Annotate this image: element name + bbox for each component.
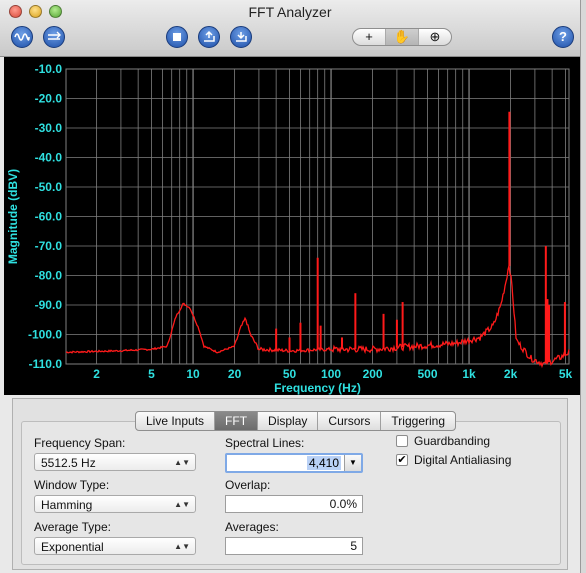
x-tick-label: 20 bbox=[228, 367, 242, 381]
x-tick-label: 1k bbox=[462, 367, 476, 381]
waveform-icon bbox=[14, 33, 30, 41]
help-button[interactable]: ? bbox=[552, 26, 574, 48]
x-tick-label: 500 bbox=[417, 367, 437, 381]
y-tick-label: -30.0 bbox=[35, 121, 63, 135]
window-type-value: Hamming bbox=[41, 498, 93, 512]
x-tick-label: 50 bbox=[283, 367, 297, 381]
frequency-span-select[interactable]: 5512.5 Hz ▲▼ bbox=[34, 453, 196, 471]
tab-bar: Live Inputs FFT Display Cursors Triggeri… bbox=[135, 411, 456, 431]
tab-cursors[interactable]: Cursors bbox=[318, 412, 382, 430]
average-type-select[interactable]: Exponential ▲▼ bbox=[34, 537, 196, 555]
fft-analyzer-window: FFT Analyzer + ✋ ⊕ ? -10.0 -20.0 -30.0 -40.… bbox=[0, 0, 581, 573]
x-tick-label: 2 bbox=[93, 367, 100, 381]
crosshair-icon[interactable]: + bbox=[353, 29, 386, 45]
x-tick-label: 5k bbox=[559, 367, 573, 381]
y-tick-label: -100.0 bbox=[28, 328, 62, 342]
y-tick-label: -70.0 bbox=[35, 239, 63, 253]
tab-live-inputs[interactable]: Live Inputs bbox=[136, 412, 216, 430]
tool-selector[interactable]: + ✋ ⊕ bbox=[352, 28, 452, 46]
average-type-value: Exponential bbox=[41, 540, 104, 554]
sweep-button[interactable] bbox=[43, 26, 65, 48]
import-button[interactable] bbox=[230, 26, 252, 48]
spectral-lines-combo[interactable]: 4,410 ▼ bbox=[225, 453, 363, 473]
zoom-icon[interactable]: ⊕ bbox=[419, 29, 451, 45]
help-icon: ? bbox=[559, 29, 567, 44]
updown-icon: ▲▼ bbox=[174, 542, 190, 551]
sweep-icon bbox=[48, 31, 61, 40]
checkmark-icon: ✔ bbox=[397, 454, 407, 466]
frequency-span-value: 5512.5 Hz bbox=[41, 456, 96, 470]
updown-icon: ▲▼ bbox=[174, 458, 190, 467]
export-button[interactable] bbox=[198, 26, 220, 48]
y-tick-label: -10.0 bbox=[35, 62, 63, 76]
y-tick-label: -50.0 bbox=[35, 180, 63, 194]
x-tick-label: 2k bbox=[504, 367, 518, 381]
y-tick-label: -80.0 bbox=[35, 269, 63, 283]
stop-button[interactable] bbox=[166, 26, 188, 48]
y-tick-label: -40.0 bbox=[35, 151, 63, 165]
updown-icon: ▲▼ bbox=[174, 500, 190, 509]
fft-plot[interactable]: -10.0 -20.0 -30.0 -40.0 -50.0 -60.0 -70.0 -80.0… bbox=[4, 57, 580, 395]
tab-fft[interactable]: FFT bbox=[215, 412, 259, 430]
settings-panel: Frequency Span: 5512.5 Hz ▲▼ Window Type:… bbox=[12, 398, 568, 570]
fft-settings-pane: Frequency Span: 5512.5 Hz ▲▼ Window Type:… bbox=[21, 421, 561, 565]
averages-label: Averages: bbox=[225, 520, 279, 534]
import-icon bbox=[236, 32, 247, 42]
spectral-lines-label: Spectral Lines: bbox=[225, 436, 305, 450]
averages-field[interactable]: 5 bbox=[225, 537, 363, 555]
y-tick-label: -60.0 bbox=[35, 210, 63, 224]
guardbanding-label: Guardbanding bbox=[414, 434, 491, 448]
y-axis-label: Magnitude (dBV) bbox=[6, 169, 20, 264]
spectral-lines-value[interactable]: 4,410 bbox=[306, 456, 341, 470]
overlap-field[interactable]: 0.0% bbox=[225, 495, 363, 513]
tab-triggering[interactable]: Triggering bbox=[381, 412, 455, 430]
spectrum-chart[interactable]: -10.0 -20.0 -30.0 -40.0 -50.0 -60.0 -70.0 -80.0… bbox=[4, 57, 580, 395]
x-tick-label: 5 bbox=[148, 367, 155, 381]
window-type-label: Window Type: bbox=[34, 478, 110, 492]
export-icon bbox=[204, 30, 215, 42]
antialiasing-checkbox[interactable]: ✔ bbox=[396, 454, 408, 466]
window-title: FFT Analyzer bbox=[248, 4, 332, 20]
guardbanding-checkbox[interactable] bbox=[396, 435, 408, 447]
overlap-label: Overlap: bbox=[225, 478, 271, 492]
frequency-span-label: Frequency Span: bbox=[34, 436, 126, 450]
window-type-select[interactable]: Hamming ▲▼ bbox=[34, 495, 196, 513]
waveform-button[interactable] bbox=[11, 26, 33, 48]
x-tick-label: 10 bbox=[186, 367, 200, 381]
x-tick-label: 100 bbox=[321, 367, 341, 381]
y-tick-label: -110.0 bbox=[29, 357, 63, 371]
antialiasing-label: Digital Antialiasing bbox=[414, 453, 512, 467]
y-tick-label: -20.0 bbox=[35, 92, 63, 106]
tab-display[interactable]: Display bbox=[258, 412, 319, 430]
hand-icon[interactable]: ✋ bbox=[386, 29, 419, 45]
average-type-label: Average Type: bbox=[34, 520, 111, 534]
x-axis-label: Frequency (Hz) bbox=[274, 381, 361, 395]
dropdown-arrow-icon[interactable]: ▼ bbox=[344, 455, 361, 471]
title-bar: FFT Analyzer + ✋ ⊕ ? bbox=[0, 0, 580, 57]
y-tick-label: -90.0 bbox=[35, 298, 63, 312]
x-tick-label: 200 bbox=[363, 367, 383, 381]
stop-icon bbox=[173, 33, 181, 41]
